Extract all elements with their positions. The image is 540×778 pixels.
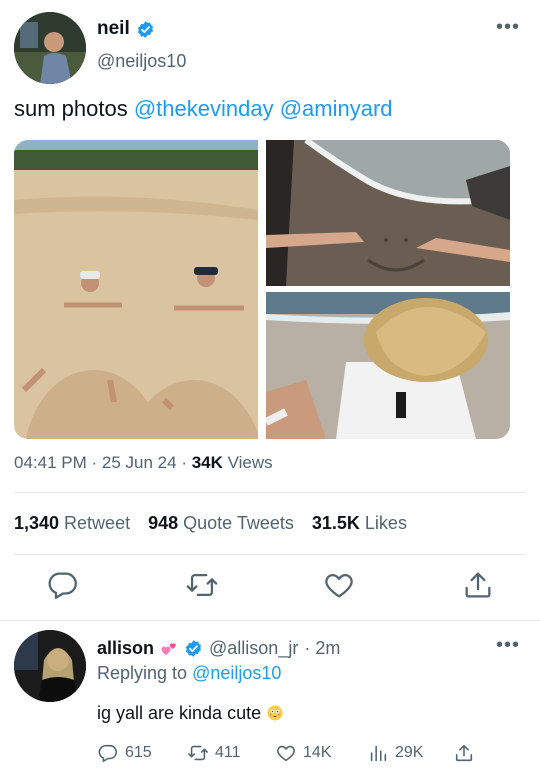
reply-avatar[interactable]	[14, 630, 86, 702]
replying-to: Replying to @neiljos10	[97, 663, 281, 684]
meta-separator: ·	[91, 453, 102, 472]
photo-beach-sand[interactable]	[14, 140, 258, 439]
mention-link[interactable]: @aminyard	[280, 96, 393, 121]
retweet-count: 1,340	[14, 513, 60, 533]
reply-reply-action[interactable]: 615	[97, 742, 152, 764]
reply-actions: 615 411 14K 29K	[97, 742, 497, 766]
engagement-stats: 1,340 Retweet 948 Quote Tweets 31.5K Likes	[14, 513, 407, 534]
likes-count: 31.5K	[311, 513, 360, 533]
quote-count: 948	[148, 513, 179, 533]
retweet-stat[interactable]: 1,340 Retweet	[14, 513, 130, 534]
reply-views-action[interactable]: 29K	[367, 742, 423, 764]
tweet-time[interactable]: 04:41 PM	[14, 453, 87, 472]
reply-author-name[interactable]: allison	[97, 638, 154, 659]
reply-retweet-action[interactable]: 411	[187, 742, 241, 764]
quote-label: Quote Tweets	[183, 513, 294, 533]
heart-icon[interactable]	[322, 568, 356, 602]
tweet-meta: 04:41 PM · 25 Jun 24 · 34K Views	[14, 453, 273, 473]
views-label: Views	[227, 453, 273, 472]
divider	[14, 492, 526, 493]
reply-author-handle[interactable]: @allison_jr	[209, 638, 298, 659]
more-options-icon[interactable]: •••	[496, 635, 520, 655]
share-icon[interactable]	[461, 568, 495, 602]
likes-stat[interactable]: 31.5K Likes	[312, 513, 407, 534]
tweet-date[interactable]: 25 Jun 24	[102, 453, 177, 472]
tweet-text: sum photos @thekevinday @aminyard	[14, 95, 393, 123]
retweet-label: Retweet	[64, 513, 131, 533]
meta-separator: ·	[181, 453, 192, 472]
divider	[14, 554, 526, 555]
replying-to-label: Replying to	[97, 663, 188, 683]
retweet-icon	[188, 745, 208, 761]
likes-label: Likes	[364, 513, 407, 533]
reply-icon[interactable]	[46, 568, 80, 602]
reply-reply-count: 615	[125, 744, 152, 761]
flushed-face-emoji-icon	[267, 705, 283, 721]
reply-retweet-count: 411	[215, 744, 241, 761]
share-icon	[455, 744, 473, 762]
photo-rocky-beach[interactable]	[266, 292, 510, 439]
more-options-icon[interactable]: •••	[496, 17, 520, 37]
reply-view-count: 29K	[395, 744, 424, 761]
reply-text: ig yall are kinda cute	[97, 703, 284, 724]
media-grid	[14, 140, 510, 439]
quote-stat[interactable]: 948 Quote Tweets	[148, 513, 294, 534]
tweet-text-body: sum photos	[14, 96, 134, 121]
reply-like-action[interactable]: 14K	[275, 742, 331, 764]
views-chart-icon	[370, 745, 387, 762]
mention-link[interactable]: @thekevinday	[134, 96, 274, 121]
verified-badge-icon	[137, 20, 153, 38]
reply-time[interactable]: · 2m	[304, 638, 340, 659]
author-avatar[interactable]	[14, 12, 86, 84]
replying-to-link[interactable]: @neiljos10	[192, 663, 281, 683]
heart-icon	[277, 745, 295, 762]
reply-tweet[interactable]: allison @allison_jr · 2m ••• Replying to…	[0, 622, 540, 778]
reply-share-action[interactable]	[453, 742, 475, 764]
retweet-icon[interactable]	[185, 568, 219, 602]
hearts-emoji-icon	[161, 642, 176, 655]
author-handle[interactable]: @neiljos10	[97, 51, 186, 72]
reply-text-body: ig yall are kinda cute	[97, 703, 262, 723]
verified-badge-icon	[185, 640, 202, 657]
author-name[interactable]: neil	[97, 18, 130, 40]
reply-like-count: 14K	[303, 744, 332, 761]
reply-icon	[98, 744, 118, 763]
divider	[0, 620, 540, 621]
tweet-actions	[0, 568, 540, 608]
photo-sand-drawing[interactable]	[266, 140, 510, 286]
views-count: 34K	[191, 453, 223, 472]
